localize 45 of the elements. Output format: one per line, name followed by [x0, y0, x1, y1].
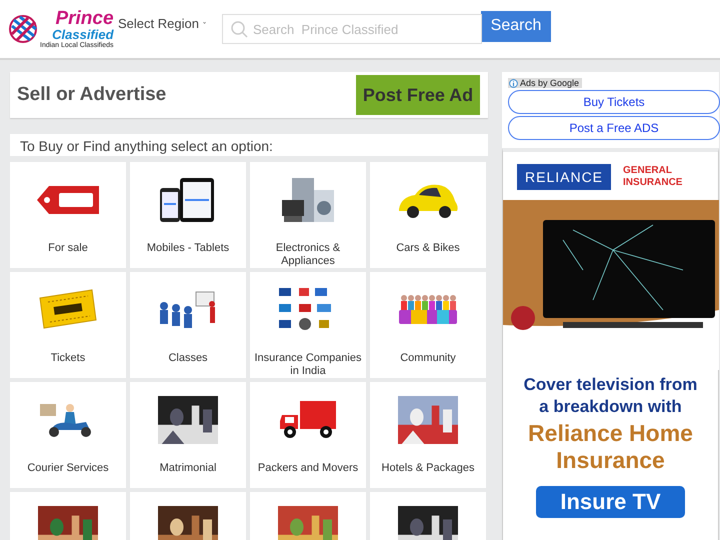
category-label: Community [399, 352, 457, 365]
category-tile[interactable]: Packers and Movers [250, 382, 366, 488]
logo-icon [8, 14, 38, 44]
ad-cta-button[interactable]: Insure TV [536, 486, 685, 518]
category-tile[interactable]: For sale [10, 162, 126, 268]
category-label: Mobiles - Tablets [146, 242, 230, 255]
category-tile[interactable]: Matrimonial [130, 382, 246, 488]
region-dropdown[interactable]: Select Region [118, 16, 206, 30]
ad-banner[interactable]: RELIANCE GENERAL INSURANCE Cover television from a breakdown with Reliance Home Insurance Insure TV [502, 148, 719, 540]
category-label: Tickets [50, 352, 86, 365]
category-label: For sale [47, 242, 89, 255]
category-label: Packers and Movers [256, 462, 360, 475]
ad-headline: Cover television from a breakdown with [522, 374, 698, 418]
category-label: Insurance Companies in India [253, 352, 362, 378]
category-label: Hotels & Packages [380, 462, 476, 475]
truck-icon [278, 399, 338, 441]
brand-logo: RELIANCE [517, 164, 612, 190]
category-label: Electronics & Appliances [274, 242, 342, 268]
logo-subtitle: Classified [52, 28, 114, 41]
category-tile[interactable]: Mobiles - Tablets [130, 162, 246, 268]
ads-label-text: Ads by Google [520, 78, 580, 88]
category-tile[interactable]: Electronics & Appliances [250, 162, 366, 268]
category-label: Courier Services [26, 462, 110, 475]
ad-product: Reliance Home Insurance [527, 420, 694, 474]
logo-name: Prince [55, 9, 114, 28]
category-tile[interactable]: Insurance Companies in India [250, 272, 366, 378]
search-icon [230, 20, 248, 38]
category-tile[interactable]: Community [370, 272, 486, 378]
category-tile[interactable]: Courier Services [10, 382, 126, 488]
ad-link-button[interactable]: Buy Tickets [508, 90, 720, 114]
post-ad-button[interactable]: Post Free Ad [356, 75, 480, 115]
category-label: Classes [167, 352, 209, 365]
category-tile[interactable]: Hotels & Packages [370, 382, 486, 488]
ad-link-button[interactable]: Post a Free ADS [508, 116, 720, 140]
search-field[interactable]: Search Prince Classified [222, 14, 482, 44]
category-label: Cars & Bikes [395, 242, 461, 255]
category-tile[interactable]: Tickets [10, 272, 126, 378]
category-label: Matrimonial [158, 462, 218, 475]
category-tile[interactable]: Classes [130, 272, 246, 378]
section-heading: To Buy or Find anything select an option: [10, 134, 488, 156]
search-button[interactable]: Search [481, 10, 551, 42]
brand-subtitle: GENERAL INSURANCE [623, 165, 684, 189]
category-tile[interactable]: Cars & Bikes [370, 162, 486, 268]
info-icon [509, 78, 518, 88]
promo-title: Sell or Advertise [17, 84, 166, 106]
